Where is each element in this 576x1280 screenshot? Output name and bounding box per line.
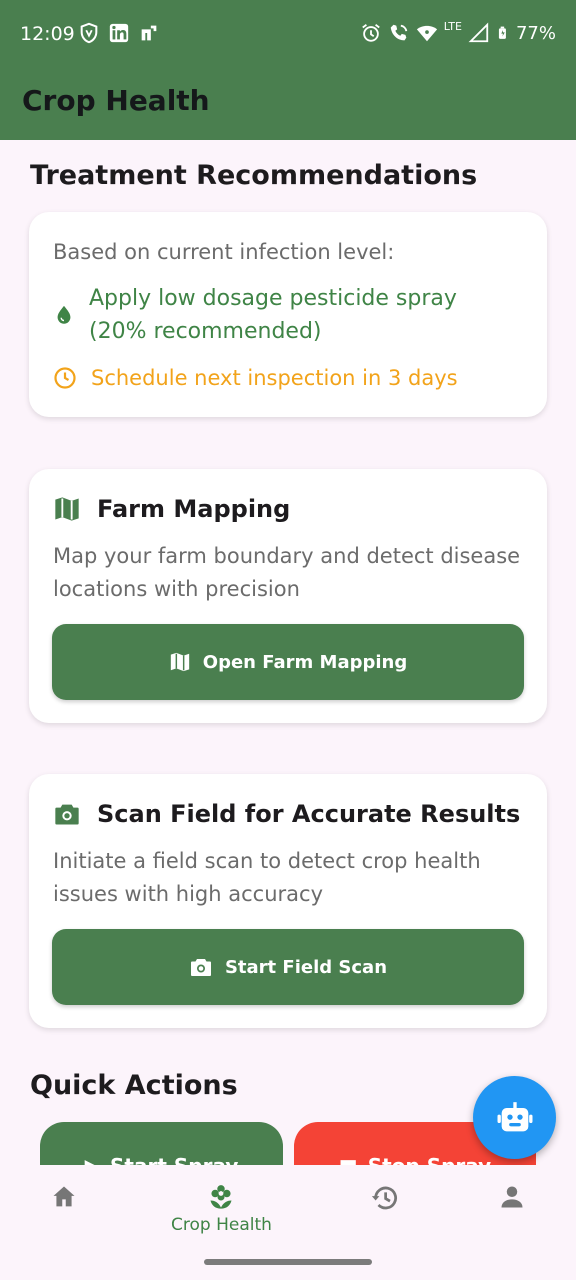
play-icon: ▶ (85, 1154, 100, 1165)
clock-icon (54, 367, 76, 389)
app-bar: Crop Health (0, 70, 576, 140)
chatbot-fab[interactable] (473, 1076, 556, 1159)
recommendation-spray: Apply low dosage pesticide spray (20% re… (53, 282, 519, 348)
alarm-icon (361, 24, 380, 42)
open-farm-mapping-button[interactable]: Open Farm Mapping (52, 624, 524, 700)
treatment-intro: Based on current infection level: (53, 240, 395, 264)
stop-spray-label: Stop Spray (368, 1154, 492, 1165)
map-icon (170, 652, 189, 672)
page-title: Crop Health (22, 84, 210, 117)
app-n-icon (141, 25, 157, 41)
start-spray-label: Start Spray (110, 1154, 238, 1165)
nav-crop-health[interactable]: Crop Health (171, 1183, 272, 1235)
field-scan-header: Scan Field for Accurate Results (53, 800, 520, 828)
nav-crop-health-label: Crop Health (171, 1215, 272, 1235)
battery-icon (498, 26, 506, 39)
flower-icon (210, 1185, 232, 1209)
person-icon (501, 1186, 523, 1208)
nav-history[interactable] (370, 1183, 400, 1213)
status-system-icons: LTE 77% (360, 19, 556, 44)
stop-icon: ■ (339, 1154, 358, 1165)
history-icon (371, 1186, 397, 1210)
field-scan-title: Scan Field for Accurate Results (97, 800, 521, 828)
map-icon (55, 497, 79, 521)
farm-mapping-description: Map your farm boundary and detect diseas… (53, 544, 521, 601)
robot-icon (497, 1101, 532, 1131)
camera-icon (190, 959, 211, 976)
signal-icon (468, 22, 489, 43)
home-icon (53, 1186, 75, 1207)
recommendation-inspection: Schedule next inspection in 3 days (53, 362, 458, 395)
recommendation-spray-text: Apply low dosage pesticide spray (20% re… (89, 286, 457, 344)
farm-mapping-card: Farm Mapping Map your farm boundary and … (29, 469, 547, 723)
nav-home[interactable] (50, 1183, 78, 1211)
status-bar: 12:09 LTE 77% (0, 0, 576, 70)
wifi-icon (416, 25, 437, 42)
treatment-card: Based on current infection level: Apply … (29, 212, 547, 417)
linkedin-icon (109, 23, 129, 43)
recommendation-inspection-text: Schedule next inspection in 3 days (91, 366, 458, 390)
treatment-section-title: Treatment Recommendations (30, 160, 478, 191)
open-farm-mapping-label: Open Farm Mapping (202, 651, 408, 673)
network-type: LTE (443, 19, 462, 33)
gesture-handle (204, 1259, 372, 1265)
status-time: 12:09 (20, 23, 75, 45)
farm-mapping-header: Farm Mapping (53, 495, 290, 523)
nav-profile[interactable] (498, 1183, 526, 1211)
wifi-call-icon (390, 24, 407, 41)
field-scan-description: Initiate a field scan to detect crop hea… (53, 849, 481, 906)
start-field-scan-button[interactable]: Start Field Scan (52, 929, 524, 1005)
camera-icon (55, 804, 79, 825)
start-field-scan-label: Start Field Scan (224, 956, 388, 978)
battery-level: 77% (515, 22, 556, 44)
field-scan-card: Scan Field for Accurate Results Initiate… (29, 774, 547, 1028)
farm-mapping-title: Farm Mapping (97, 495, 291, 523)
water-drop-icon (57, 305, 71, 324)
status-notification-icons (78, 22, 160, 44)
vpn-shield-icon (80, 22, 98, 44)
start-spray-button[interactable]: ▶ Start Spray (40, 1122, 283, 1165)
quick-actions-title: Quick Actions (30, 1070, 238, 1101)
